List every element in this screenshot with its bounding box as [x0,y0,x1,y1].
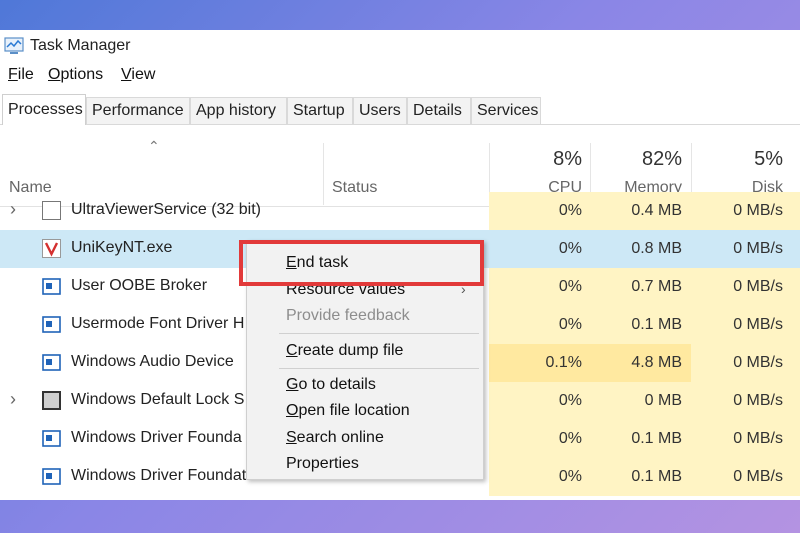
process-name: Usermode Font Driver H [71,315,245,332]
app-window-icon [42,316,61,333]
tab-startup[interactable]: Startup [287,97,353,124]
tab-services[interactable]: Services [471,97,541,124]
submenu-arrow-icon: › [461,281,466,297]
memory-value: 0.1 MB [631,468,682,485]
disk-value: 0 MB/s [733,430,783,447]
tab-bar: Processes Performance App history Startu… [0,94,800,125]
cpu-value: 0% [558,202,582,219]
menu-item-end-task[interactable]: End task [286,254,348,272]
menu-item-resource-values[interactable]: Resource values [286,281,405,299]
task-manager-icon [4,37,24,54]
header-memory-percent[interactable]: 82% [595,148,682,171]
memory-value: 0 MB [644,392,682,409]
disk-value: 0 MB/s [733,240,783,257]
tab-details[interactable]: Details [407,97,471,124]
tab-app-history[interactable]: App history [190,97,287,124]
menu-item-provide-feedback: Provide feedback [286,307,410,324]
menu-item-open-file-location[interactable]: Open file location [286,402,410,420]
cpu-value: 0% [558,240,582,257]
menu-view[interactable]: View [121,66,155,84]
menu-item-create-dump-file[interactable]: Create dump file [286,342,403,360]
menu-separator [279,333,479,334]
title-bar: Task Manager [0,30,800,62]
memory-value: 0.8 MB [631,240,682,257]
menu-item-search-online[interactable]: Search online [286,429,384,447]
cpu-value: 0.1% [545,354,582,371]
sort-ascending-icon[interactable]: ⌃ [148,138,160,155]
window-title: Task Manager [30,37,131,54]
menu-item-properties[interactable]: Properties [286,455,359,473]
process-name: Windows Default Lock S [71,391,245,408]
app-window-icon [42,354,61,371]
app-window-icon [42,430,61,447]
unikey-icon [42,239,61,258]
table-row[interactable]: › UltraViewerService (32 bit) 0% 0.4 MB … [0,192,800,230]
tab-performance[interactable]: Performance [86,97,190,124]
cpu-value: 0% [558,468,582,485]
process-name: Windows Audio Device [71,353,234,370]
cpu-value: 0% [558,430,582,447]
memory-value: 0.4 MB [631,202,682,219]
lock-screen-icon [42,391,61,410]
disk-value: 0 MB/s [733,392,783,409]
memory-value: 0.1 MB [631,316,682,333]
menu-file[interactable]: File [8,66,34,84]
expand-icon[interactable]: › [10,389,16,410]
disk-value: 0 MB/s [733,354,783,371]
tab-processes[interactable]: Processes [2,94,86,125]
expand-icon[interactable]: › [10,199,16,220]
cpu-value: 0% [558,392,582,409]
disk-value: 0 MB/s [733,316,783,333]
app-window-icon [42,278,61,295]
header-disk-percent[interactable]: 5% [700,148,783,171]
disk-value: 0 MB/s [733,202,783,219]
process-name: User OOBE Broker [71,277,208,294]
app-window-icon [42,468,61,485]
disk-value: 0 MB/s [733,468,783,485]
header-cpu-percent[interactable]: 8% [500,148,582,171]
menu-options[interactable]: Options [48,66,103,84]
menu-item-go-to-details[interactable]: Go to details [286,376,376,394]
tab-users[interactable]: Users [353,97,407,124]
context-menu: End task Resource values › Provide feedb… [246,240,484,480]
cpu-value: 0% [558,316,582,333]
memory-value: 0.7 MB [631,278,682,295]
process-name: Windows Driver Founda [71,429,242,446]
memory-value: 0.1 MB [631,430,682,447]
memory-value: 4.8 MB [631,354,682,371]
service-icon [42,201,61,220]
menu-separator [279,368,479,369]
process-name: UltraViewerService (32 bit) [71,201,261,218]
disk-value: 0 MB/s [733,278,783,295]
process-name: UniKeyNT.exe [71,239,173,256]
cpu-value: 0% [558,278,582,295]
